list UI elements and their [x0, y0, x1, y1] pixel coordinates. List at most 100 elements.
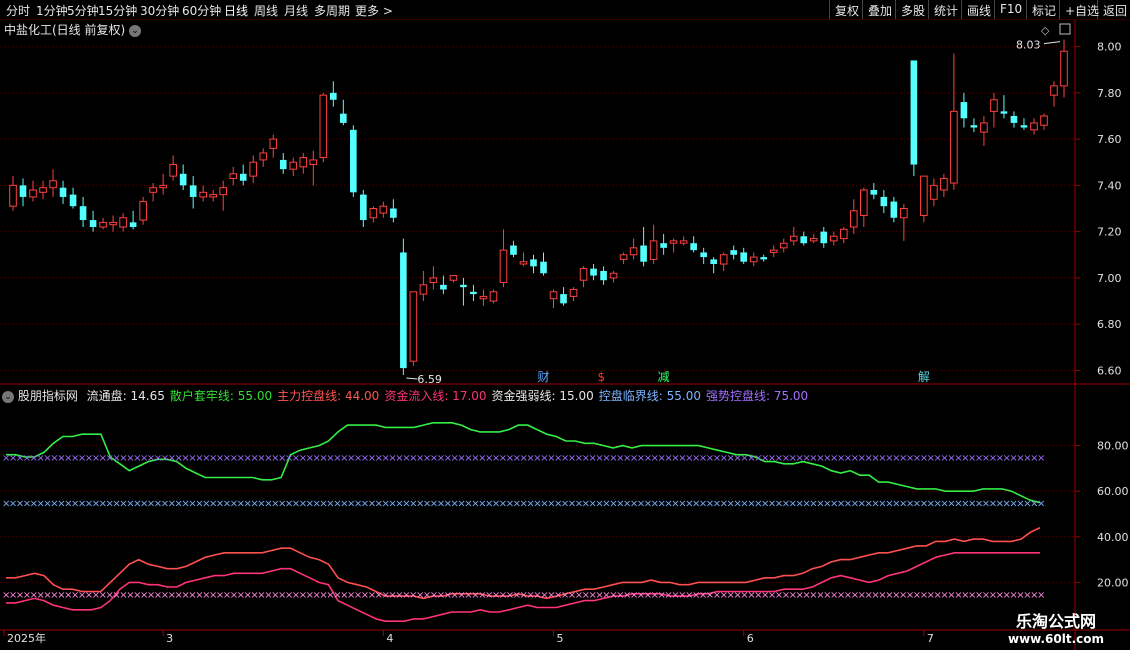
marker-3: × [554, 499, 562, 510]
marker-5: × [871, 590, 879, 601]
marker-3: × [733, 499, 741, 510]
candle-body [449, 275, 458, 281]
period-tab-8[interactable]: 月线 [284, 2, 308, 19]
marker-5: × [975, 590, 983, 601]
period-tab-2[interactable]: 5分钟 [67, 2, 99, 19]
chart-title: 中盐化工(日线 前复权) ⌄ [4, 21, 142, 38]
marker-4: × [637, 453, 645, 464]
marker-4: × [727, 453, 735, 464]
marker-5: × [720, 590, 728, 601]
candle-body [79, 206, 87, 221]
marker-5: × [885, 590, 893, 601]
marker-5: × [23, 590, 31, 601]
marker-3: × [685, 499, 693, 510]
candle-body [849, 210, 858, 228]
marker-3: × [947, 499, 955, 510]
marker-3: × [589, 499, 597, 510]
marker-5: × [706, 590, 714, 601]
marker-4: × [168, 453, 176, 464]
candle-body [69, 194, 77, 207]
marker-4: × [506, 453, 514, 464]
marker-4: × [1003, 453, 1011, 464]
marker-5: × [237, 590, 245, 601]
marker-3: × [1009, 499, 1017, 510]
marker-4: × [140, 453, 148, 464]
toolbar-button-8[interactable]: 返回 [1097, 0, 1130, 19]
toolbar-button-0[interactable]: 复权 [829, 0, 862, 19]
marker-4: × [589, 453, 597, 464]
period-tab-3[interactable]: 15分钟 [98, 2, 137, 19]
event-marker: $ [598, 370, 606, 384]
marker-3: × [319, 499, 327, 510]
marker-5: × [257, 590, 265, 601]
date-tick-label: 6 [747, 632, 754, 645]
marker-4: × [968, 453, 976, 464]
chevron-down-icon[interactable]: ⌄ [2, 390, 14, 403]
candle-body [119, 217, 127, 228]
marker-4: × [796, 453, 804, 464]
candle-body [860, 189, 868, 216]
toolbar-button-7[interactable]: +自选 [1059, 0, 1099, 19]
watermark-title: 乐淘公式网 [1015, 612, 1096, 631]
candle-body [289, 161, 298, 170]
marker-3: × [375, 499, 383, 510]
marker-5: × [526, 590, 534, 601]
candle-body [740, 252, 747, 262]
toolbar-button-4[interactable]: 画线 [961, 0, 994, 19]
marker-4: × [126, 453, 134, 464]
candle-body [419, 284, 428, 295]
marker-3: × [347, 499, 355, 510]
marker-4: × [899, 453, 907, 464]
marker-5: × [50, 590, 58, 601]
marker-5: × [513, 590, 521, 601]
candle-body [59, 187, 67, 197]
marker-3: × [651, 499, 659, 510]
stock-title: 中盐化工(日线 前复权) [4, 23, 126, 37]
marker-3: × [540, 499, 548, 510]
candle-body [690, 243, 697, 251]
period-tab-5[interactable]: 60分钟 [182, 2, 221, 19]
toolbar-button-1[interactable]: 叠加 [862, 0, 895, 19]
candle-body [390, 208, 397, 218]
candle-body [950, 110, 958, 184]
indicator-value-6: 强势控盘线: 75.00 [705, 389, 809, 403]
marker-4: × [547, 453, 555, 464]
marker-5: × [644, 590, 652, 601]
chevron-down-icon[interactable]: ⌄ [129, 24, 142, 37]
marker-4: × [651, 453, 659, 464]
marker-5: × [934, 590, 942, 601]
period-tab-0[interactable]: 分时 [6, 2, 30, 19]
indicator-name[interactable]: 股朋指标网 [18, 389, 78, 403]
marker-4: × [133, 453, 141, 464]
marker-3: × [168, 499, 176, 510]
marker-3: × [451, 499, 459, 510]
marker-5: × [57, 590, 65, 601]
marker-3: × [637, 499, 645, 510]
marker-3: × [395, 499, 403, 510]
marker-4: × [1030, 453, 1038, 464]
toolbar-button-6[interactable]: 标记 [1026, 0, 1059, 19]
period-tab-4[interactable]: 30分钟 [140, 2, 179, 19]
toolbar-button-5[interactable]: F10 [994, 0, 1026, 19]
marker-3: × [747, 499, 755, 510]
marker-3: × [658, 499, 666, 510]
toolbar-button-3[interactable]: 统计 [928, 0, 961, 19]
candle-body [679, 240, 688, 244]
candle-body [669, 240, 678, 244]
marker-5: × [816, 590, 824, 601]
period-tab-1[interactable]: 1分钟 [36, 2, 68, 19]
marker-5: × [533, 590, 541, 601]
candle-body [1060, 50, 1068, 87]
candle-body [499, 249, 508, 284]
marker-5: × [989, 590, 997, 601]
period-tab-9[interactable]: 多周期 [314, 2, 350, 19]
indicator-tick-label: 40.00 [1097, 531, 1129, 544]
period-tab-7[interactable]: 周线 [254, 2, 278, 19]
marker-5: × [216, 590, 224, 601]
period-tab-10[interactable]: 更多 > [355, 2, 393, 19]
period-tab-6[interactable]: 日线 [224, 2, 248, 19]
candle-body [169, 164, 177, 177]
candle-body [700, 252, 707, 258]
toolbar-button-2[interactable]: 多股 [895, 0, 928, 19]
marker-3: × [920, 499, 928, 510]
